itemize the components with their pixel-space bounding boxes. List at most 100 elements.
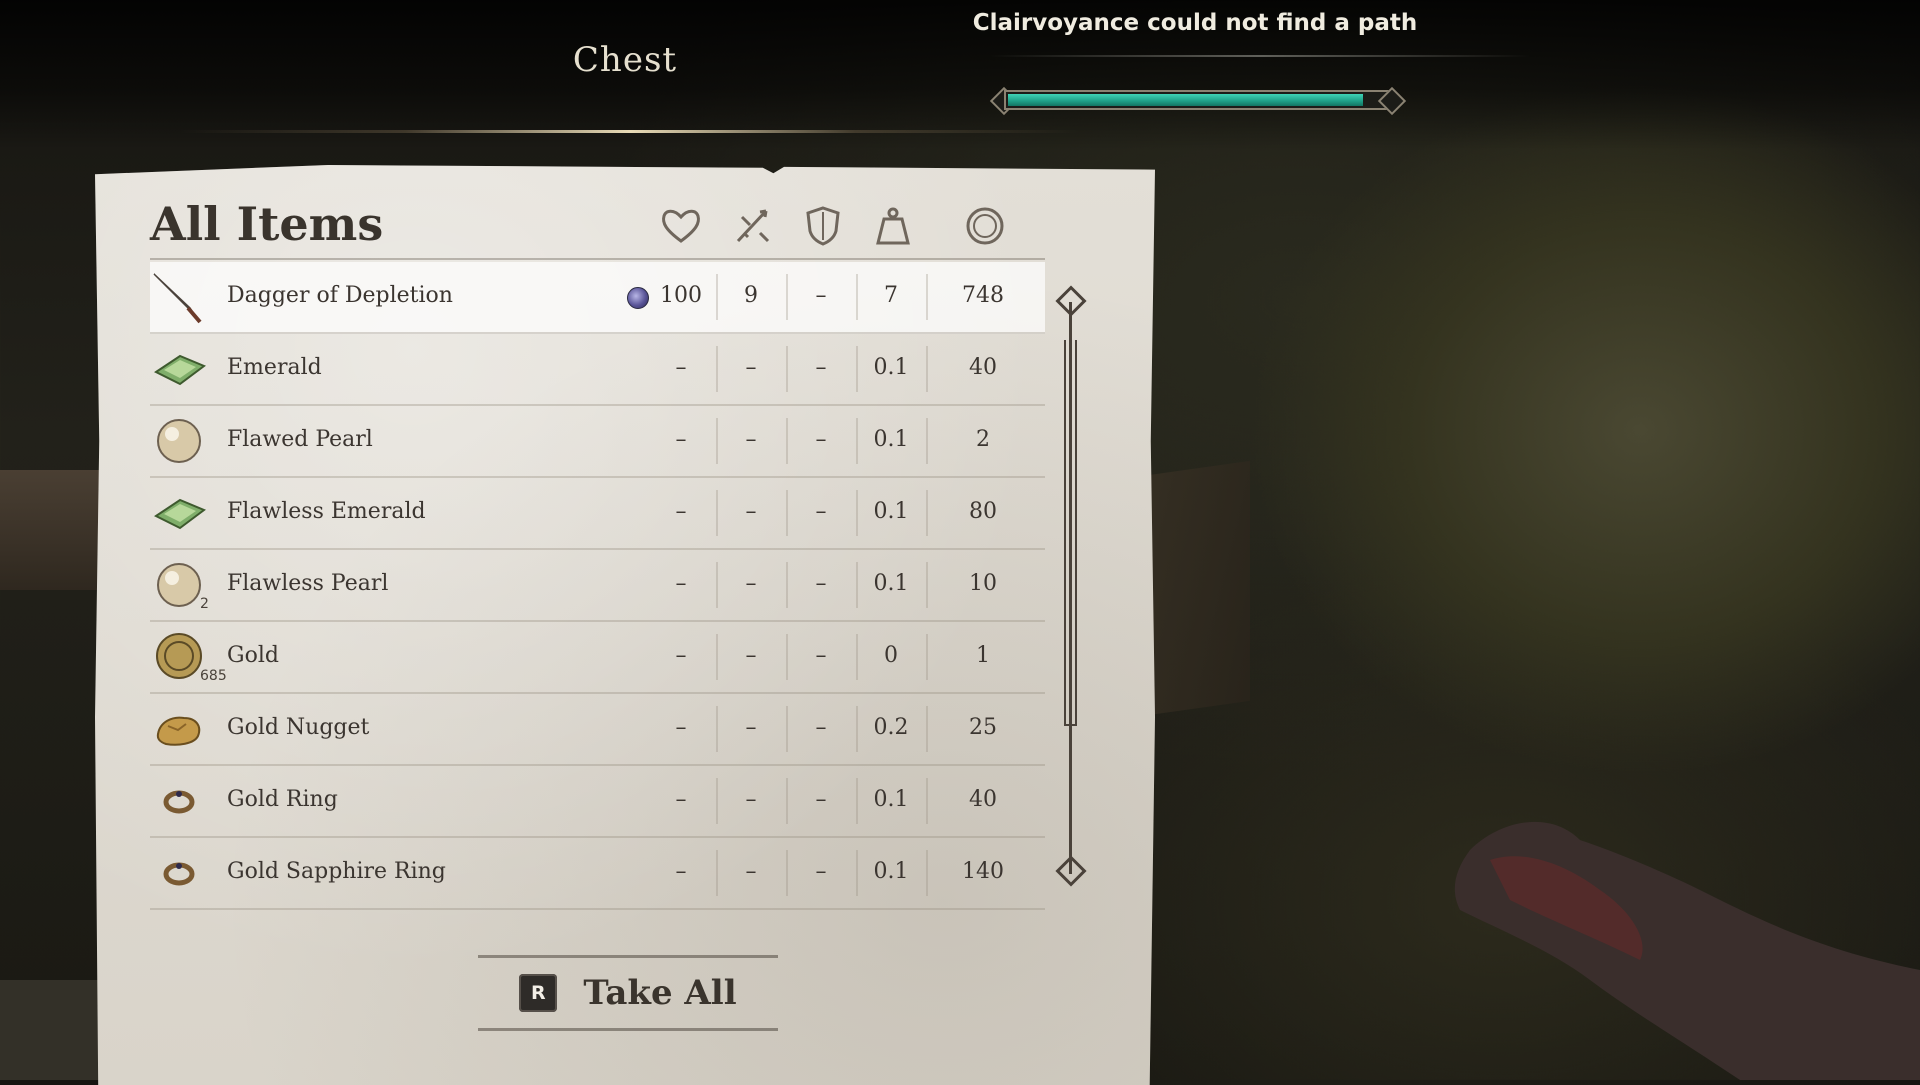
column-separator bbox=[926, 778, 928, 824]
health-value: – bbox=[675, 571, 687, 596]
ring-icon bbox=[150, 844, 208, 902]
item-row[interactable]: Flawed Pearl – – – 0.1 2 bbox=[150, 406, 1045, 478]
column-separator bbox=[856, 850, 858, 896]
scroll-down-cap[interactable] bbox=[1055, 855, 1087, 887]
weight-value: 0.1 bbox=[873, 571, 909, 596]
item-row[interactable]: 2 Flawless Pearl – – – 0.1 10 bbox=[150, 550, 1045, 622]
item-quantity: 2 bbox=[200, 596, 209, 612]
item-row[interactable]: 685 Gold – – – 0 1 bbox=[150, 622, 1045, 694]
take-all-label: Take All bbox=[583, 973, 737, 1013]
section-title: All Items bbox=[150, 197, 384, 251]
column-separator bbox=[786, 706, 788, 752]
ring-icon bbox=[150, 772, 208, 830]
gold-value: 40 bbox=[969, 355, 997, 380]
scrollbar[interactable] bbox=[1052, 285, 1088, 890]
column-separator bbox=[926, 634, 928, 680]
weight-value: 0.1 bbox=[873, 355, 909, 380]
health-value: – bbox=[675, 643, 687, 668]
weight-value: 0.2 bbox=[873, 715, 909, 740]
health-value: 100 bbox=[660, 283, 702, 308]
item-list: Dagger of Depletion 100 9–7 748 Emerald – – –0.… bbox=[150, 262, 1045, 910]
item-name: Flawed Pearl bbox=[227, 427, 373, 452]
gold-value: 1 bbox=[976, 643, 990, 668]
item-row[interactable]: Gold Sapphire Ring – – – 0.1 140 bbox=[150, 838, 1045, 910]
item-name: Emerald bbox=[227, 355, 322, 380]
gold-nugget-icon bbox=[150, 700, 208, 758]
column-separator bbox=[786, 346, 788, 392]
health-value: – bbox=[675, 715, 687, 740]
health-value: – bbox=[675, 787, 687, 812]
column-separator bbox=[926, 418, 928, 464]
weight-value: 0.1 bbox=[873, 787, 909, 812]
column-separator bbox=[786, 562, 788, 608]
armor-value: – bbox=[815, 499, 827, 524]
coin-icon[interactable] bbox=[962, 203, 1008, 249]
column-separator bbox=[716, 778, 718, 824]
weight-icon[interactable] bbox=[870, 203, 916, 249]
background-wood bbox=[0, 980, 100, 1080]
column-separator bbox=[926, 562, 928, 608]
column-separator bbox=[926, 706, 928, 752]
player-hand bbox=[1454, 821, 1920, 1080]
health-value: – bbox=[675, 355, 687, 380]
column-separator bbox=[716, 634, 718, 680]
item-row[interactable]: Gold Ring – – – 0.1 40 bbox=[150, 766, 1045, 838]
weight-value: 0.1 bbox=[873, 859, 909, 884]
armor-value: – bbox=[815, 715, 827, 740]
health-value: – bbox=[675, 859, 687, 884]
armor-value: – bbox=[815, 643, 827, 668]
bar-frame bbox=[1004, 90, 1390, 110]
column-separator bbox=[856, 346, 858, 392]
item-row[interactable]: Gold Nugget – – – 0.2 25 bbox=[150, 694, 1045, 766]
scroll-thumb[interactable] bbox=[1064, 340, 1077, 726]
item-name: Gold Sapphire Ring bbox=[227, 859, 446, 884]
armor-value: – bbox=[815, 283, 827, 308]
column-separator bbox=[716, 418, 718, 464]
damage-value: – bbox=[745, 499, 757, 524]
item-name: Gold Nugget bbox=[227, 715, 370, 740]
health-value: – bbox=[675, 499, 687, 524]
damage-value: – bbox=[745, 787, 757, 812]
item-row[interactable]: Dagger of Depletion 100 9 – 7 748 bbox=[150, 262, 1045, 334]
column-separator bbox=[856, 490, 858, 536]
column-separator bbox=[926, 850, 928, 896]
weight-value: 0.1 bbox=[873, 427, 909, 452]
column-separator bbox=[856, 274, 858, 320]
weight-value: 7 bbox=[884, 283, 898, 308]
shield-icon[interactable] bbox=[800, 203, 846, 249]
header-divider bbox=[150, 258, 1045, 260]
item-row[interactable]: Emerald – – – 0.1 40 bbox=[150, 334, 1045, 406]
damage-value: – bbox=[745, 427, 757, 452]
item-quantity: 685 bbox=[200, 668, 227, 684]
health-value: – bbox=[675, 427, 687, 452]
crossed-swords-icon[interactable] bbox=[730, 203, 776, 249]
gold-value: 40 bbox=[969, 787, 997, 812]
column-separator bbox=[786, 274, 788, 320]
column-separator bbox=[926, 274, 928, 320]
column-separator bbox=[926, 490, 928, 536]
column-separator bbox=[716, 346, 718, 392]
column-separator bbox=[716, 274, 718, 320]
gold-value: 140 bbox=[962, 859, 1004, 884]
item-name: Flawless Pearl bbox=[227, 571, 389, 596]
container-title: Chest bbox=[572, 40, 678, 80]
take-all-button[interactable]: R Take All bbox=[478, 955, 778, 1031]
item-name: Dagger of Depletion bbox=[227, 283, 453, 308]
background-wood bbox=[0, 470, 100, 590]
title-divider bbox=[180, 130, 1080, 133]
notification-text: Clairvoyance could not find a path bbox=[972, 10, 1418, 36]
key-hint: R bbox=[519, 974, 558, 1012]
damage-value: – bbox=[745, 859, 757, 884]
weight-value: 0 bbox=[884, 643, 898, 668]
dagger-icon bbox=[150, 268, 208, 326]
column-separator bbox=[856, 634, 858, 680]
gold-value: 25 bbox=[969, 715, 997, 740]
armor-value: – bbox=[815, 859, 827, 884]
column-separator bbox=[786, 490, 788, 536]
heart-icon[interactable] bbox=[658, 203, 704, 249]
item-row[interactable]: Flawless Emerald – – – 0.1 80 bbox=[150, 478, 1045, 550]
column-separator bbox=[716, 850, 718, 896]
column-separator bbox=[786, 850, 788, 896]
column-separator bbox=[856, 706, 858, 752]
armor-value: – bbox=[815, 427, 827, 452]
